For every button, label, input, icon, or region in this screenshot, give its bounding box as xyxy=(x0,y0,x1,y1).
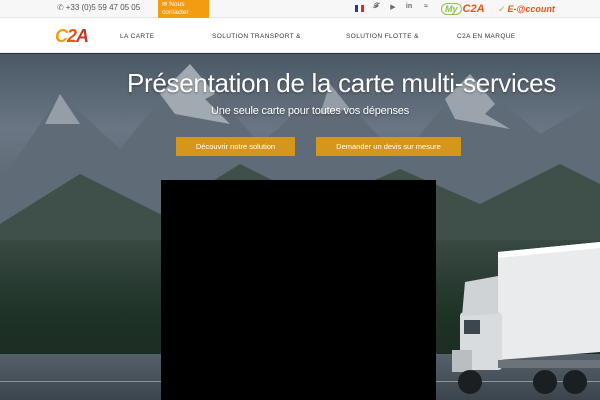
nav-item-solution-flotte[interactable]: SOLUTION FLOTTE & xyxy=(346,33,419,40)
envelope-icon: ✉ xyxy=(162,1,168,8)
phone-text: +33 (0)5 59 47 05 05 xyxy=(65,3,141,12)
discover-solution-button[interactable]: Découvrir notre solution xyxy=(176,137,295,156)
rss-icon[interactable]: ≈ xyxy=(421,3,431,10)
check-icon: ✓ xyxy=(498,3,506,14)
video-player[interactable] xyxy=(161,180,436,400)
c2a-logo[interactable]: C2A xyxy=(55,27,89,45)
twitter-icon[interactable]: 𝓕 xyxy=(371,3,381,11)
hero-title: Présentation de la carte multi-services xyxy=(127,68,557,98)
french-flag-icon[interactable] xyxy=(355,5,364,12)
nav-item-c2a-en-marque[interactable]: C2A EN MARQUE xyxy=(457,33,516,40)
top-bar: ✆ +33 (0)5 59 47 05 05 ✉ Nous contacter 𝓕… xyxy=(0,0,600,19)
linkedin-icon[interactable]: in xyxy=(404,3,414,10)
my-label: My xyxy=(441,3,462,15)
truck-image xyxy=(452,242,600,394)
phone-icon: ✆ xyxy=(57,3,64,12)
my-c2a-link[interactable]: My C2A xyxy=(441,1,485,17)
hero-banner: Présentation de la carte multi-services … xyxy=(0,54,600,400)
my-brand: C2A xyxy=(462,3,485,15)
nav-item-la-carte[interactable]: LA CARTE xyxy=(120,33,155,40)
phone-number[interactable]: ✆ +33 (0)5 59 47 05 05 xyxy=(57,3,140,12)
contact-button[interactable]: ✉ Nous contacter xyxy=(158,0,209,19)
main-navigation: C2A LA CARTE SOLUTION TRANSPORT & SOLUTI… xyxy=(0,18,600,53)
request-quote-button[interactable]: Demander un devis sur mesure xyxy=(316,137,461,156)
eaccount-label: E-@ccount xyxy=(507,4,555,14)
hero-subtitle: Une seule carte pour toutes vos dépenses xyxy=(210,105,410,117)
eaccount-link[interactable]: ✓ E-@ccount xyxy=(498,2,555,16)
nav-item-solution-transport[interactable]: SOLUTION TRANSPORT & xyxy=(212,33,301,40)
youtube-icon[interactable]: ▶ xyxy=(388,3,398,11)
